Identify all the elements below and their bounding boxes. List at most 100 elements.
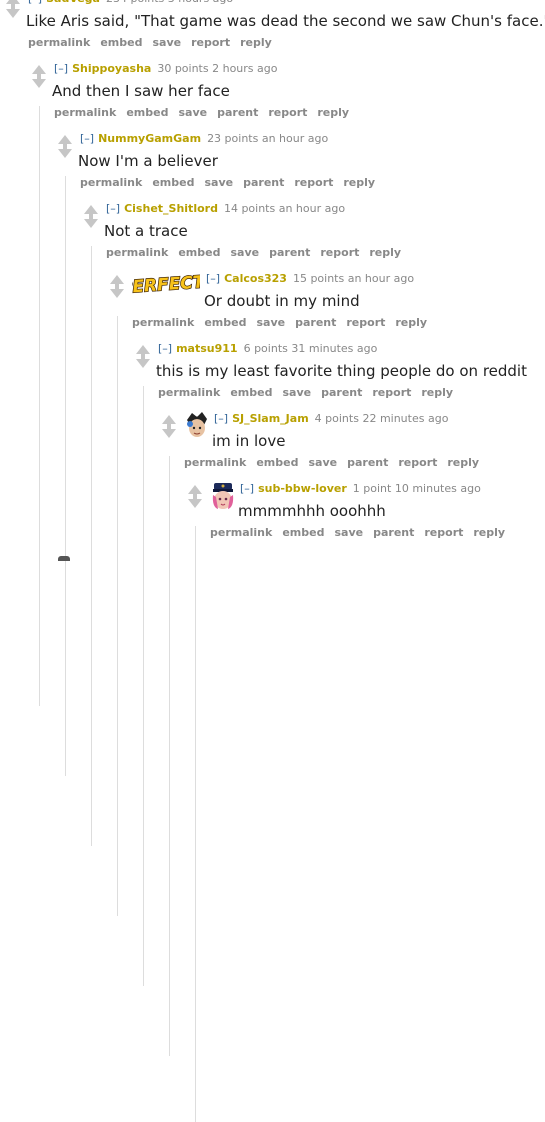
comment: [–] SJ_Slam_Jam 4 points 22 minutes ago im … <box>0 412 545 482</box>
permalink-button[interactable]: permalink <box>132 316 194 329</box>
reply-button[interactable]: reply <box>343 176 375 189</box>
embed-button[interactable]: embed <box>178 246 220 259</box>
reply-button[interactable]: reply <box>447 456 479 469</box>
collapse-toggle[interactable]: [–] <box>158 342 172 355</box>
parent-button[interactable]: parent <box>347 456 388 469</box>
downvote-arrow-icon[interactable] <box>136 356 150 368</box>
downvote-arrow-icon[interactable] <box>162 426 176 438</box>
downvote-arrow-icon[interactable] <box>188 496 202 508</box>
comment-author-link[interactable]: SadVega <box>46 0 100 5</box>
parent-button[interactable]: parent <box>243 176 284 189</box>
comment: [–] Shippoyasha 30 points 2 hours ago And t… <box>0 62 545 132</box>
score-and-time: 14 points an hour ago <box>223 202 346 215</box>
upvote-arrow-icon[interactable] <box>6 0 20 7</box>
downvote-arrow-icon[interactable] <box>84 216 98 228</box>
collapse-toggle[interactable]: [–] <box>206 272 220 285</box>
report-button[interactable]: report <box>191 36 230 49</box>
save-button[interactable]: save <box>178 106 207 119</box>
comment-body: Now I'm a believer <box>78 152 218 170</box>
permalink-button[interactable]: permalink <box>158 386 220 399</box>
parent-button[interactable]: parent <box>321 386 362 399</box>
upvote-arrow-icon[interactable] <box>84 205 98 217</box>
collapse-toggle[interactable]: [–] <box>106 202 120 215</box>
parent-button[interactable]: parent <box>295 316 336 329</box>
reply-button[interactable]: reply <box>421 386 453 399</box>
save-button[interactable]: save <box>308 456 337 469</box>
comment-body: Or doubt in my mind <box>204 292 360 310</box>
save-button[interactable]: save <box>230 246 259 259</box>
report-button[interactable]: report <box>294 176 333 189</box>
reply-button[interactable]: reply <box>473 526 505 539</box>
permalink-button[interactable]: permalink <box>210 526 272 539</box>
upvote-arrow-icon[interactable] <box>136 345 150 357</box>
user-avatar <box>212 483 234 509</box>
report-button[interactable]: report <box>320 246 359 259</box>
comment-body: im in love <box>212 432 286 450</box>
upvote-arrow-icon[interactable] <box>110 275 124 287</box>
upvote-arrow-icon[interactable] <box>162 415 176 427</box>
embed-button[interactable]: embed <box>100 36 142 49</box>
collapse-toggle[interactable]: [–] <box>28 0 42 5</box>
comment-author-link[interactable]: Cishet_Shitlord <box>124 202 218 215</box>
vote-arrows <box>134 342 152 382</box>
thread-guide-line <box>195 526 196 1122</box>
collapse-toggle[interactable]: [–] <box>240 482 254 495</box>
comment-body: And then I saw her face <box>52 82 230 100</box>
upvote-arrow-icon[interactable] <box>32 65 46 77</box>
parent-button[interactable]: parent <box>269 246 310 259</box>
embed-button[interactable]: embed <box>230 386 272 399</box>
comment-tagline: [–] SJ_Slam_Jam 4 points 22 minutes ago <box>214 412 448 426</box>
permalink-button[interactable]: permalink <box>54 106 116 119</box>
vote-arrows <box>4 0 22 32</box>
collapse-toggle[interactable]: [–] <box>214 412 228 425</box>
comment-author-link[interactable]: Calcos323 <box>224 272 287 285</box>
embed-button[interactable]: embed <box>256 456 298 469</box>
comment-action-buttons: permalink embed save parent report reply <box>54 106 359 120</box>
embed-button[interactable]: embed <box>152 176 194 189</box>
comment-tagline: [–] Shippoyasha 30 points 2 hours ago <box>54 62 277 76</box>
score-and-time: 23 points an hour ago <box>207 132 329 145</box>
vote-arrows <box>30 62 48 102</box>
comment-author-link[interactable]: NummyGamGam <box>98 132 201 145</box>
comment-author-link[interactable]: sub-bbw-lover <box>258 482 347 495</box>
reply-button[interactable]: reply <box>369 246 401 259</box>
upvote-arrow-icon[interactable] <box>188 485 202 497</box>
permalink-button[interactable]: permalink <box>184 456 246 469</box>
downvote-arrow-icon[interactable] <box>6 6 20 18</box>
embed-button[interactable]: embed <box>204 316 246 329</box>
collapse-toggle[interactable]: [–] <box>80 132 94 145</box>
parent-button[interactable]: parent <box>373 526 414 539</box>
save-button[interactable]: save <box>204 176 233 189</box>
reply-button[interactable]: reply <box>240 36 272 49</box>
permalink-button[interactable]: permalink <box>28 36 90 49</box>
downvote-arrow-icon[interactable] <box>110 286 124 298</box>
permalink-button[interactable]: permalink <box>80 176 142 189</box>
comment-action-buttons: permalink embed save parent report reply <box>210 526 515 540</box>
save-button[interactable]: save <box>334 526 363 539</box>
report-button[interactable]: report <box>398 456 437 469</box>
report-button[interactable]: report <box>346 316 385 329</box>
comment-author-link[interactable]: matsu911 <box>176 342 237 355</box>
collapse-toggle[interactable]: [–] <box>54 62 68 75</box>
comment-author-link[interactable]: Shippoyasha <box>72 62 151 75</box>
downvote-arrow-icon[interactable] <box>32 76 46 88</box>
save-button[interactable]: save <box>256 316 285 329</box>
report-button[interactable]: report <box>268 106 307 119</box>
embed-button[interactable]: embed <box>282 526 324 539</box>
upvote-arrow-icon[interactable] <box>58 135 72 147</box>
reply-button[interactable]: reply <box>395 316 427 329</box>
downvote-arrow-icon[interactable] <box>58 146 72 158</box>
comment: [–] NummyGamGam 23 points an hour ago Now I… <box>0 132 545 202</box>
score-and-time: 234 points 3 hours ago <box>106 0 233 5</box>
score-and-time: 6 points 31 minutes ago <box>243 342 378 355</box>
save-button[interactable]: save <box>282 386 311 399</box>
comment-action-buttons: permalink embed save parent report reply <box>80 176 385 190</box>
comment-author-link[interactable]: SJ_Slam_Jam <box>232 412 309 425</box>
save-button[interactable]: save <box>152 36 181 49</box>
report-button[interactable]: report <box>424 526 463 539</box>
parent-button[interactable]: parent <box>217 106 258 119</box>
permalink-button[interactable]: permalink <box>106 246 168 259</box>
reply-button[interactable]: reply <box>317 106 349 119</box>
report-button[interactable]: report <box>372 386 411 399</box>
embed-button[interactable]: embed <box>126 106 168 119</box>
